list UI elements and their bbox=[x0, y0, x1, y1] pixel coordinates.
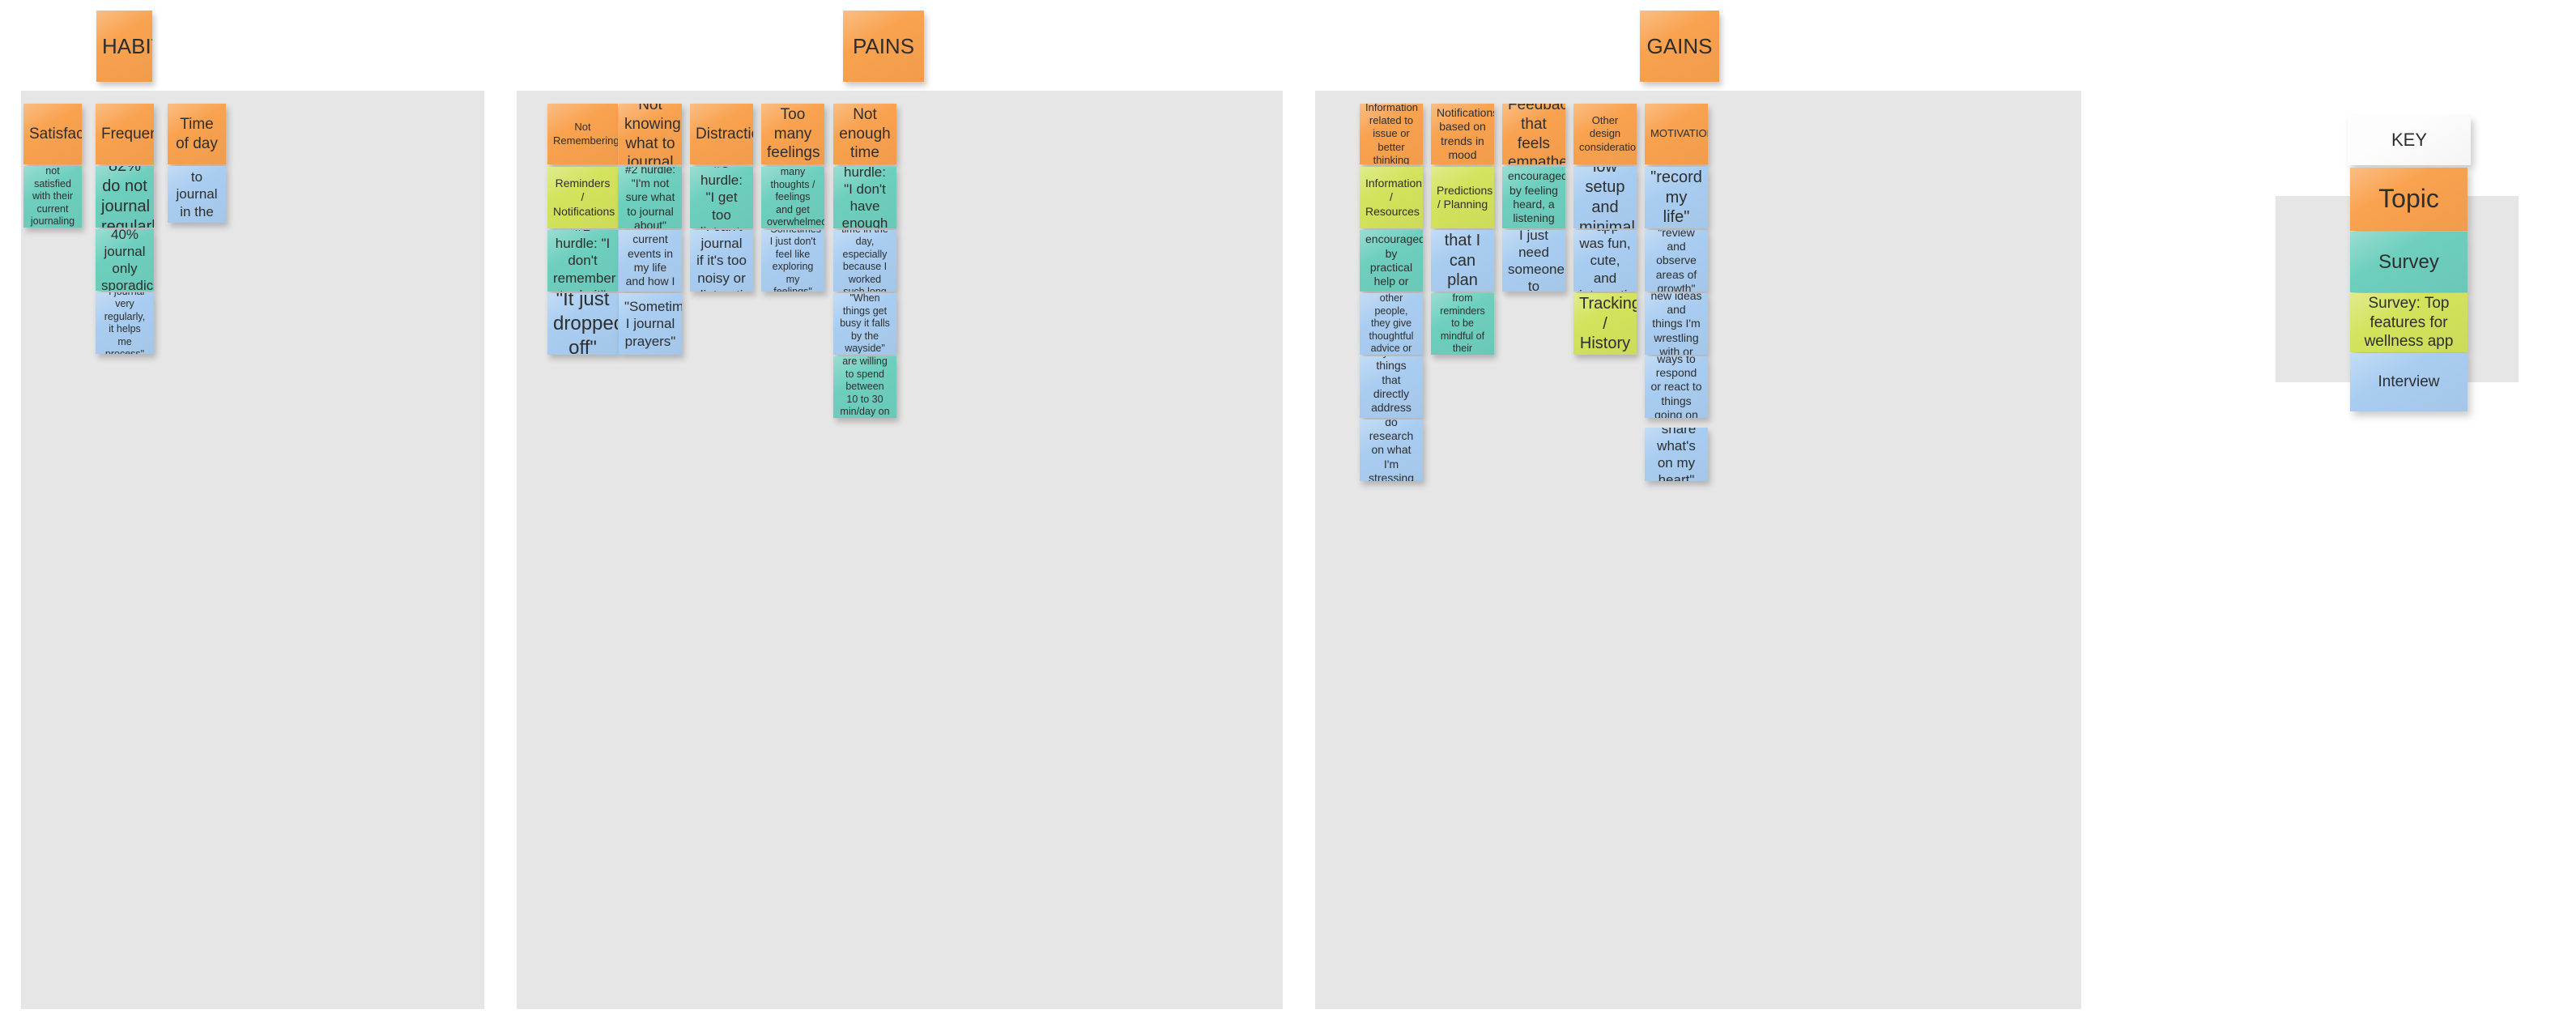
sticky-note[interactable]: #4 hurdle: "I don't have enough time" bbox=[833, 167, 896, 228]
sticky-note[interactable]: "Finding time in the day, especially bec… bbox=[833, 230, 896, 292]
key-item-topic[interactable]: Topic bbox=[2350, 168, 2467, 231]
section-panel-gains bbox=[1315, 91, 2081, 1009]
sticky-note[interactable]: low setup and minimal bbox=[1573, 167, 1637, 228]
sticky-note[interactable]: Information / Resources bbox=[1360, 167, 1423, 228]
sticky-note[interactable]: "I try to do things that directly addres… bbox=[1360, 356, 1423, 418]
sticky-note[interactable]: 28% encouraged by practical help or advi… bbox=[1360, 230, 1423, 292]
sticky-note[interactable]: 22% encouraged by feeling heard, a liste… bbox=[1502, 167, 1565, 228]
sticky-note[interactable]: "Sometimes I just don't feel like explor… bbox=[761, 230, 824, 292]
sticky-note[interactable]: 60% respondents are willing to spend bet… bbox=[833, 356, 896, 418]
sticky-note[interactable]: "I journal very regularly, it helps me p… bbox=[96, 292, 154, 354]
column-header[interactable]: Too many feelings bbox=[761, 104, 824, 164]
section-title-pains[interactable]: PAINS bbox=[843, 11, 924, 82]
sticky-note[interactable]: "I like to do research on what I'm stres… bbox=[1360, 420, 1423, 481]
column-header[interactable]: Time of day bbox=[168, 104, 226, 164]
key-item-survey-top-features[interactable]: Survey: Top features for wellness app bbox=[2350, 293, 2467, 352]
sticky-note[interactable]: Reminders / Notifications bbox=[547, 167, 618, 228]
section-title-gains[interactable]: GAINS bbox=[1640, 11, 1719, 82]
key-item-interview[interactable]: Interview bbox=[2350, 353, 2467, 411]
sticky-note[interactable]: #3 hurdle: "I get too distracted" bbox=[690, 167, 753, 228]
column-header[interactable]: Other design considerations bbox=[1573, 104, 1637, 164]
section-panel-habits bbox=[21, 91, 484, 1009]
column-header[interactable]: Frequency bbox=[96, 104, 154, 164]
sticky-note[interactable]: "so that I can plan ahead" bbox=[1431, 230, 1494, 292]
column-header[interactable]: Not enough time bbox=[833, 104, 896, 164]
column-header[interactable]: Distractions bbox=[690, 104, 753, 164]
sticky-note[interactable]: "When things get busy it falls by the wa… bbox=[833, 293, 896, 355]
sticky-note[interactable]: "When I talk to other people, they give … bbox=[1360, 293, 1423, 355]
sticky-note[interactable]: "reflect on new ideas and things I'm wre… bbox=[1645, 293, 1708, 355]
sticky-note[interactable]: "review and observe areas of growth" bbox=[1645, 230, 1708, 292]
sticky-note[interactable]: 79% are not satisfied with their current… bbox=[23, 166, 82, 228]
section-title-habits[interactable]: HABITS bbox=[96, 11, 152, 82]
column-header[interactable]: Not Remembering bbox=[547, 104, 618, 164]
column-header[interactable]: MOTIVATIONS bbox=[1645, 104, 1708, 164]
column-header[interactable]: Notifications based on trends in mood bbox=[1431, 104, 1494, 164]
column-header[interactable]: Satisfaction bbox=[23, 104, 82, 164]
sticky-note[interactable]: "decide ways to respond or react to thin… bbox=[1645, 356, 1708, 418]
column-header[interactable]: Feedback that feels empathetic bbox=[1502, 104, 1565, 164]
section-panel-pains bbox=[517, 91, 1283, 1009]
sticky-note[interactable]: #1 hurdle: "I don't remember to do it" bbox=[547, 230, 618, 292]
affinity-diagram-board: HABITS Satisfaction 79% are not satisfie… bbox=[0, 0, 2576, 1018]
sticky-note[interactable]: "Sometimes I journal prayers" bbox=[619, 293, 682, 355]
column-header[interactable]: Not knowing what to journal bbox=[619, 104, 682, 164]
sticky-note[interactable]: "record my life" bbox=[1645, 167, 1708, 228]
sticky-note[interactable]: "I can't journal if it's too noisy or di… bbox=[690, 230, 753, 292]
sticky-note[interactable]: "app was fun, cute, and interactive" bbox=[1573, 230, 1637, 292]
sticky-note[interactable]: #4 hurdle: "I have too many thoughts / f… bbox=[761, 167, 824, 228]
key-title[interactable]: KEY bbox=[2348, 115, 2471, 165]
sticky-note[interactable]: "I write about current events in my life… bbox=[619, 230, 682, 292]
sticky-note[interactable]: 82% do not journal regularly bbox=[96, 166, 154, 228]
sticky-note[interactable]: Predictions / Planning bbox=[1431, 167, 1494, 228]
sticky-note[interactable]: 40% journal only sporadically bbox=[96, 229, 154, 291]
sticky-note[interactable]: 43% would benefit from reminders to be m… bbox=[1431, 293, 1494, 355]
sticky-note[interactable]: "It just dropped off" bbox=[547, 293, 618, 355]
key-item-survey[interactable]: Survey bbox=[2350, 232, 2467, 292]
sticky-note[interactable]: "share what's on my heart" bbox=[1645, 428, 1708, 481]
sticky-note[interactable]: "Sometimes I just need someone to listen… bbox=[1502, 230, 1565, 292]
sticky-note[interactable]: #2 hurdle: "I'm not sure what to journal… bbox=[619, 167, 682, 228]
column-header[interactable]: Information related to issue or better t… bbox=[1360, 104, 1423, 164]
sticky-note[interactable]: Tracking / History bbox=[1573, 293, 1637, 355]
sticky-note[interactable]: "I like to journal in the morning" bbox=[168, 166, 226, 223]
